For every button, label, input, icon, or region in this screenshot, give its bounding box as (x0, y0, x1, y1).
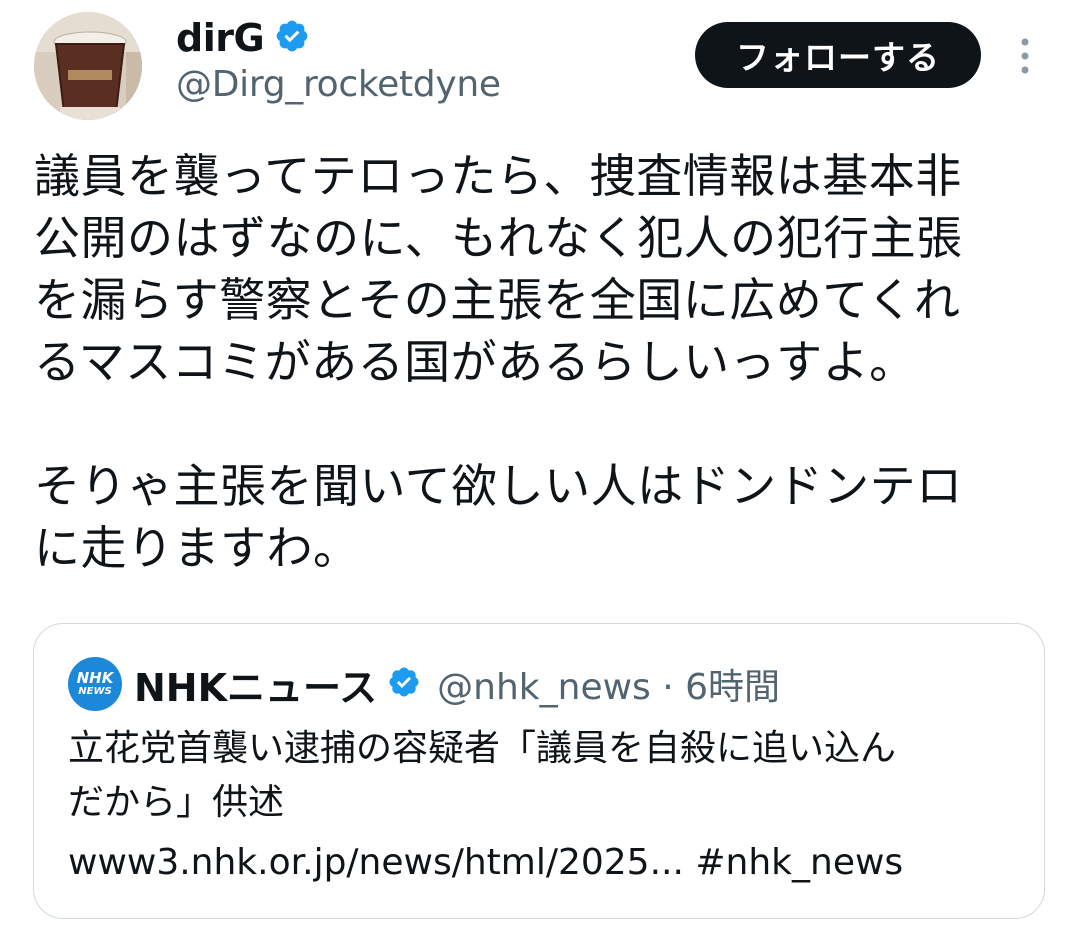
quoted-handle-time: @nhk_news · 6時間 (437, 667, 781, 708)
nhk-avatar[interactable]: NHK NEWS (68, 657, 122, 711)
more-vertical-icon[interactable] (1013, 36, 1037, 76)
author-handle[interactable]: @Dirg_rocketdyne (176, 64, 501, 105)
nhk-logo-text: NHK (76, 669, 114, 687)
author-name-row: dirG (176, 12, 310, 64)
tweet-text: 議員を襲ってテロったら、捜査情報は基本非 公開のはずなのに、もれなく犯人の犯行主… (34, 149, 963, 575)
verified-badge-icon (387, 665, 421, 703)
quoted-tweet-card[interactable]: NHK NEWS NHKニュース @nhk_news · 6時間 立花党首襲い逮… (33, 623, 1045, 919)
quoted-tweet-text: 立花党首襲い逮捕の容疑者「議員を自殺に追い込ん だから」供述 (68, 728, 897, 823)
quoted-tweet-header: NHK NEWS NHKニュース @nhk_news · 6時間 (68, 654, 780, 714)
quoted-display-name[interactable]: NHKニュース (134, 657, 377, 712)
author-display-name[interactable]: dirG (176, 16, 265, 60)
author-avatar[interactable] (34, 12, 142, 120)
avatar-image (34, 12, 142, 120)
quoted-tweet-link[interactable]: www3.nhk.or.jp/news/html/2025... #nhk_ne… (68, 836, 903, 890)
nhk-logo-subtext: NEWS (78, 686, 112, 697)
follow-button[interactable]: フォローする (695, 22, 981, 88)
verified-badge-icon (274, 18, 310, 58)
